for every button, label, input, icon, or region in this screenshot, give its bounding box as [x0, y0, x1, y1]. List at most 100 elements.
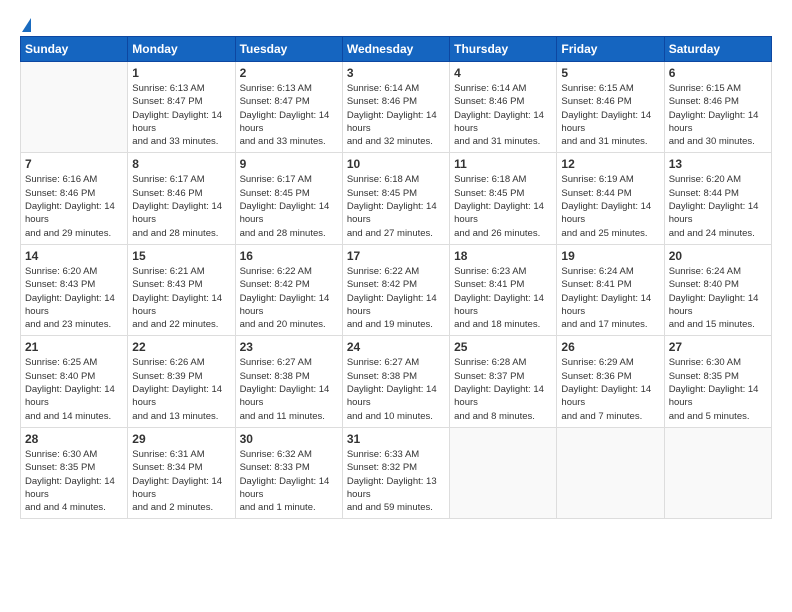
day-number: 25: [454, 340, 552, 354]
day-number: 18: [454, 249, 552, 263]
logo: [20, 18, 31, 32]
day-info: Sunrise: 6:22 AMSunset: 8:42 PMDaylight:…: [347, 265, 445, 331]
day-number: 3: [347, 66, 445, 80]
day-cell: 7Sunrise: 6:16 AMSunset: 8:46 PMDaylight…: [21, 153, 128, 244]
day-info: Sunrise: 6:18 AMSunset: 8:45 PMDaylight:…: [347, 173, 445, 239]
day-number: 16: [240, 249, 338, 263]
day-cell: [450, 427, 557, 518]
day-info: Sunrise: 6:27 AMSunset: 8:38 PMDaylight:…: [347, 356, 445, 422]
day-number: 8: [132, 157, 230, 171]
day-number: 29: [132, 432, 230, 446]
header-day-monday: Monday: [128, 37, 235, 62]
day-number: 14: [25, 249, 123, 263]
day-cell: 15 Sunrise: 6:21 AMSunset: 8:43 PMDayligh…: [128, 244, 235, 335]
day-cell: 26 Sunrise: 6:29 AMSunset: 8:36 PMDayligh…: [557, 336, 664, 427]
day-number: 24: [347, 340, 445, 354]
logo-triangle: [22, 18, 31, 32]
day-number: 1: [132, 66, 230, 80]
day-info: Sunrise: 6:19 AMSunset: 8:44 PMDaylight:…: [561, 173, 659, 239]
day-info: Sunrise: 6:24 AMSunset: 8:40 PMDaylight:…: [669, 265, 767, 331]
day-number: 11: [454, 157, 552, 171]
day-info: Sunrise: 6:28 AMSunset: 8:37 PMDaylight:…: [454, 356, 552, 422]
day-info: Sunrise: 6:30 AMSunset: 8:35 PMDaylight:…: [669, 356, 767, 422]
day-info: Sunrise: 6:22 AMSunset: 8:42 PMDaylight:…: [240, 265, 338, 331]
day-number: 21: [25, 340, 123, 354]
day-info: Sunrise: 6:27 AMSunset: 8:38 PMDaylight:…: [240, 356, 338, 422]
day-cell: 9 Sunrise: 6:17 AMSunset: 8:45 PMDaylight…: [235, 153, 342, 244]
header-day-friday: Friday: [557, 37, 664, 62]
day-info: Sunrise: 6:25 AMSunset: 8:40 PMDaylight:…: [25, 356, 123, 422]
day-info: Sunrise: 6:21 AMSunset: 8:43 PMDaylight:…: [132, 265, 230, 331]
day-info: Sunrise: 6:20 AMSunset: 8:44 PMDaylight:…: [669, 173, 767, 239]
day-number: 6: [669, 66, 767, 80]
day-info: Sunrise: 6:17 AMSunset: 8:45 PMDaylight:…: [240, 173, 338, 239]
week-row-4: 28 Sunrise: 6:30 AMSunset: 8:35 PMDayligh…: [21, 427, 772, 518]
day-cell: 8 Sunrise: 6:17 AMSunset: 8:46 PMDaylight…: [128, 153, 235, 244]
day-info: Sunrise: 6:16 AMSunset: 8:46 PMDaylight:…: [25, 173, 123, 239]
day-cell: [664, 427, 771, 518]
day-cell: 22 Sunrise: 6:26 AMSunset: 8:39 PMDayligh…: [128, 336, 235, 427]
header-day-wednesday: Wednesday: [342, 37, 449, 62]
day-cell: 12Sunrise: 6:19 AMSunset: 8:44 PMDayligh…: [557, 153, 664, 244]
day-cell: 18 Sunrise: 6:23 AMSunset: 8:41 PMDayligh…: [450, 244, 557, 335]
page: SundayMondayTuesdayWednesdayThursdayFrid…: [0, 0, 792, 529]
day-cell: 27 Sunrise: 6:30 AMSunset: 8:35 PMDayligh…: [664, 336, 771, 427]
week-row-1: 7Sunrise: 6:16 AMSunset: 8:46 PMDaylight…: [21, 153, 772, 244]
day-cell: 25 Sunrise: 6:28 AMSunset: 8:37 PMDayligh…: [450, 336, 557, 427]
day-info: Sunrise: 6:15 AMSunset: 8:46 PMDaylight:…: [561, 82, 659, 148]
header-row: SundayMondayTuesdayWednesdayThursdayFrid…: [21, 37, 772, 62]
day-info: Sunrise: 6:14 AMSunset: 8:46 PMDaylight:…: [347, 82, 445, 148]
day-cell: 29 Sunrise: 6:31 AMSunset: 8:34 PMDayligh…: [128, 427, 235, 518]
day-cell: 1 Sunrise: 6:13 AMSunset: 8:47 PMDaylight…: [128, 62, 235, 153]
day-info: Sunrise: 6:13 AMSunset: 8:47 PMDaylight:…: [132, 82, 230, 148]
day-info: Sunrise: 6:18 AMSunset: 8:45 PMDaylight:…: [454, 173, 552, 239]
day-cell: [557, 427, 664, 518]
day-number: 15: [132, 249, 230, 263]
day-info: Sunrise: 6:14 AMSunset: 8:46 PMDaylight:…: [454, 82, 552, 148]
day-number: 26: [561, 340, 659, 354]
day-cell: 2Sunrise: 6:13 AMSunset: 8:47 PMDaylight…: [235, 62, 342, 153]
day-cell: [21, 62, 128, 153]
day-info: Sunrise: 6:15 AMSunset: 8:46 PMDaylight:…: [669, 82, 767, 148]
day-number: 19: [561, 249, 659, 263]
day-cell: 19 Sunrise: 6:24 AMSunset: 8:41 PMDayligh…: [557, 244, 664, 335]
day-cell: 17Sunrise: 6:22 AMSunset: 8:42 PMDayligh…: [342, 244, 449, 335]
day-cell: 31 Sunrise: 6:33 AMSunset: 8:32 PMDayligh…: [342, 427, 449, 518]
day-info: Sunrise: 6:13 AMSunset: 8:47 PMDaylight:…: [240, 82, 338, 148]
day-info: Sunrise: 6:23 AMSunset: 8:41 PMDaylight:…: [454, 265, 552, 331]
day-cell: 28 Sunrise: 6:30 AMSunset: 8:35 PMDayligh…: [21, 427, 128, 518]
day-info: Sunrise: 6:32 AMSunset: 8:33 PMDaylight:…: [240, 448, 338, 514]
header-day-tuesday: Tuesday: [235, 37, 342, 62]
header: [20, 18, 772, 32]
day-info: Sunrise: 6:26 AMSunset: 8:39 PMDaylight:…: [132, 356, 230, 422]
day-number: 10: [347, 157, 445, 171]
day-info: Sunrise: 6:30 AMSunset: 8:35 PMDaylight:…: [25, 448, 123, 514]
day-info: Sunrise: 6:17 AMSunset: 8:46 PMDaylight:…: [132, 173, 230, 239]
day-number: 31: [347, 432, 445, 446]
day-cell: 23Sunrise: 6:27 AMSunset: 8:38 PMDayligh…: [235, 336, 342, 427]
header-day-sunday: Sunday: [21, 37, 128, 62]
day-cell: 13Sunrise: 6:20 AMSunset: 8:44 PMDayligh…: [664, 153, 771, 244]
day-info: Sunrise: 6:33 AMSunset: 8:32 PMDaylight:…: [347, 448, 445, 514]
header-day-saturday: Saturday: [664, 37, 771, 62]
day-number: 20: [669, 249, 767, 263]
day-cell: 30Sunrise: 6:32 AMSunset: 8:33 PMDayligh…: [235, 427, 342, 518]
day-info: Sunrise: 6:31 AMSunset: 8:34 PMDaylight:…: [132, 448, 230, 514]
week-row-3: 21 Sunrise: 6:25 AMSunset: 8:40 PMDayligh…: [21, 336, 772, 427]
day-info: Sunrise: 6:29 AMSunset: 8:36 PMDaylight:…: [561, 356, 659, 422]
day-cell: 10 Sunrise: 6:18 AMSunset: 8:45 PMDayligh…: [342, 153, 449, 244]
day-number: 27: [669, 340, 767, 354]
header-day-thursday: Thursday: [450, 37, 557, 62]
day-info: Sunrise: 6:20 AMSunset: 8:43 PMDaylight:…: [25, 265, 123, 331]
day-number: 28: [25, 432, 123, 446]
week-row-0: 1 Sunrise: 6:13 AMSunset: 8:47 PMDaylight…: [21, 62, 772, 153]
day-cell: 21 Sunrise: 6:25 AMSunset: 8:40 PMDayligh…: [21, 336, 128, 427]
day-number: 4: [454, 66, 552, 80]
day-info: Sunrise: 6:24 AMSunset: 8:41 PMDaylight:…: [561, 265, 659, 331]
day-number: 9: [240, 157, 338, 171]
day-cell: 16 Sunrise: 6:22 AMSunset: 8:42 PMDayligh…: [235, 244, 342, 335]
day-cell: 14 Sunrise: 6:20 AMSunset: 8:43 PMDayligh…: [21, 244, 128, 335]
day-cell: 5Sunrise: 6:15 AMSunset: 8:46 PMDaylight…: [557, 62, 664, 153]
day-number: 22: [132, 340, 230, 354]
day-cell: 20 Sunrise: 6:24 AMSunset: 8:40 PMDayligh…: [664, 244, 771, 335]
